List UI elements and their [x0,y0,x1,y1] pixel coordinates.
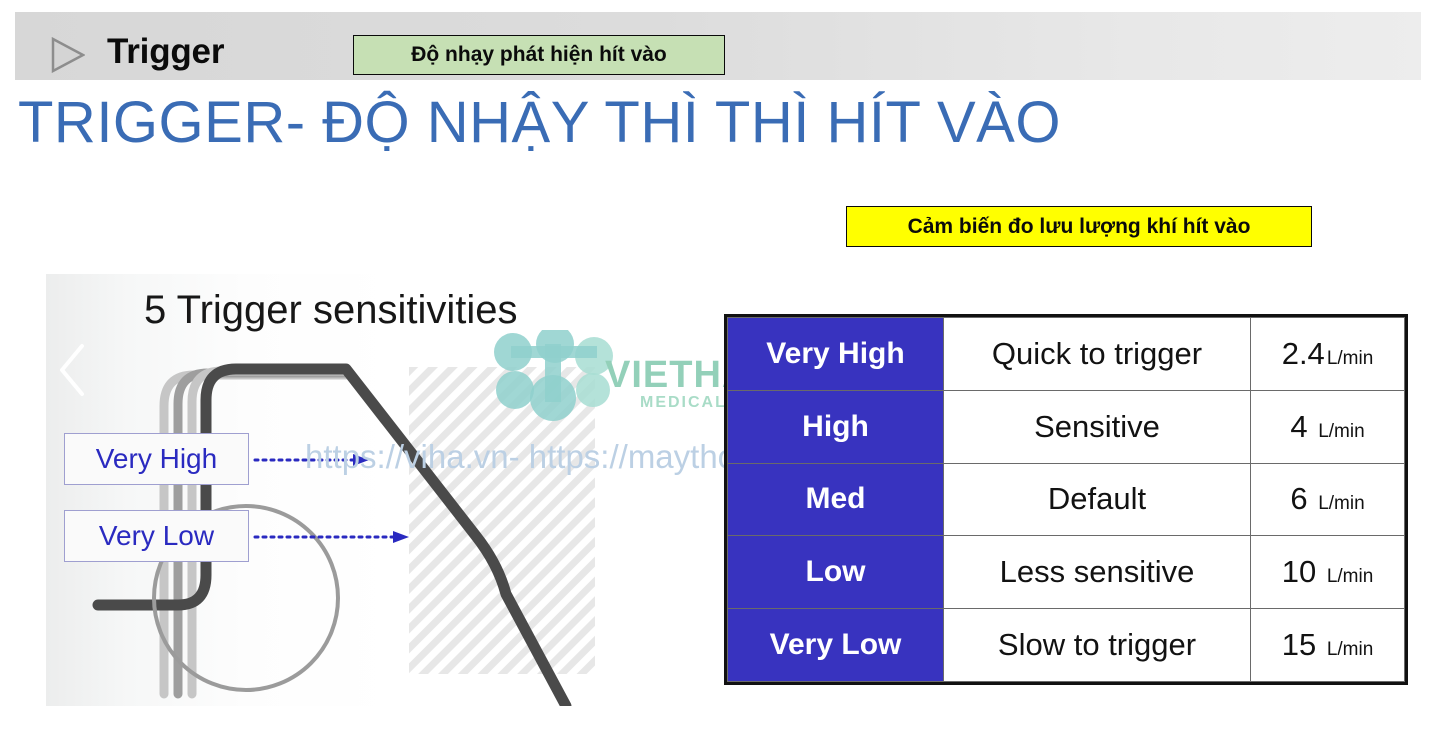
cell-level: Very Low [727,608,944,682]
cell-value: 4 L/min [1250,389,1405,464]
yellow-callout-text: Cảm biến đo lưu lượng khí hít vào [907,214,1251,238]
cell-value-unit: L/min [1326,566,1374,588]
trigger-sensitivity-illustration: 5 Trigger sensitivities Very High Very L… [46,274,628,706]
cell-level: Med [727,462,944,537]
cell-value-unit: L/min [1326,347,1374,369]
cell-value-number: 4 [1290,408,1308,444]
waveform-graphic [92,363,595,706]
green-callout-box: Độ nhạy phát hiện hít vào [353,35,725,75]
table-row: High Sensitive 4 L/min [727,389,1405,464]
table-row: Med Default 6 L/min [727,462,1405,537]
cell-description: Slow to trigger [943,608,1251,682]
table-row: Low Less sensitive 10 L/min [727,535,1405,610]
cell-value-number: 15 [1281,627,1317,663]
cell-value: 6 L/min [1250,462,1405,537]
tag-very-high: Very High [64,433,249,485]
trigger-sensitivity-table: Very High Quick to trigger 2.4 L/min High… [724,314,1408,685]
cell-description: Less sensitive [943,535,1251,610]
tag-very-low-label: Very Low [98,520,215,551]
cell-value-number: 2.4 [1281,335,1325,371]
slide-header-bar: Trigger Độ nhạy phát hiện hít vào [15,12,1421,80]
tag-very-low: Very Low [64,510,249,562]
cell-value-number: 6 [1290,481,1308,517]
arrow-very-high [253,454,369,466]
table-row: Very High Quick to trigger 2.4 L/min [727,317,1405,391]
cell-value-unit: L/min [1326,639,1374,661]
cell-value: 10 L/min [1250,535,1405,610]
cell-level: High [727,389,944,464]
green-callout-text: Độ nhạy phát hiện hít vào [411,43,667,66]
cell-value-unit: L/min [1318,493,1365,515]
cell-level: Very High [727,317,944,391]
cell-value-unit: L/min [1318,420,1365,442]
cell-value: 15 L/min [1250,608,1405,682]
yellow-callout-box: Cảm biến đo lưu lượng khí hít vào [846,206,1312,247]
header-title: Trigger [107,32,225,71]
cell-description: Default [943,462,1251,537]
cell-description: Quick to trigger [943,317,1251,391]
cell-description: Sensitive [943,389,1251,464]
cell-value-number: 10 [1281,554,1317,590]
tag-very-high-label: Very High [95,443,218,474]
arrow-very-low [253,531,409,543]
watermark-subbrand: MEDICAL [640,394,727,411]
cell-level: Low [727,535,944,610]
cell-value: 2.4 L/min [1250,317,1405,391]
page-title: TRIGGER- ĐỘ NHẬY THÌ THÌ HÍT VÀO [18,90,1061,155]
table-row: Very Low Slow to trigger 15 L/min [727,608,1405,682]
